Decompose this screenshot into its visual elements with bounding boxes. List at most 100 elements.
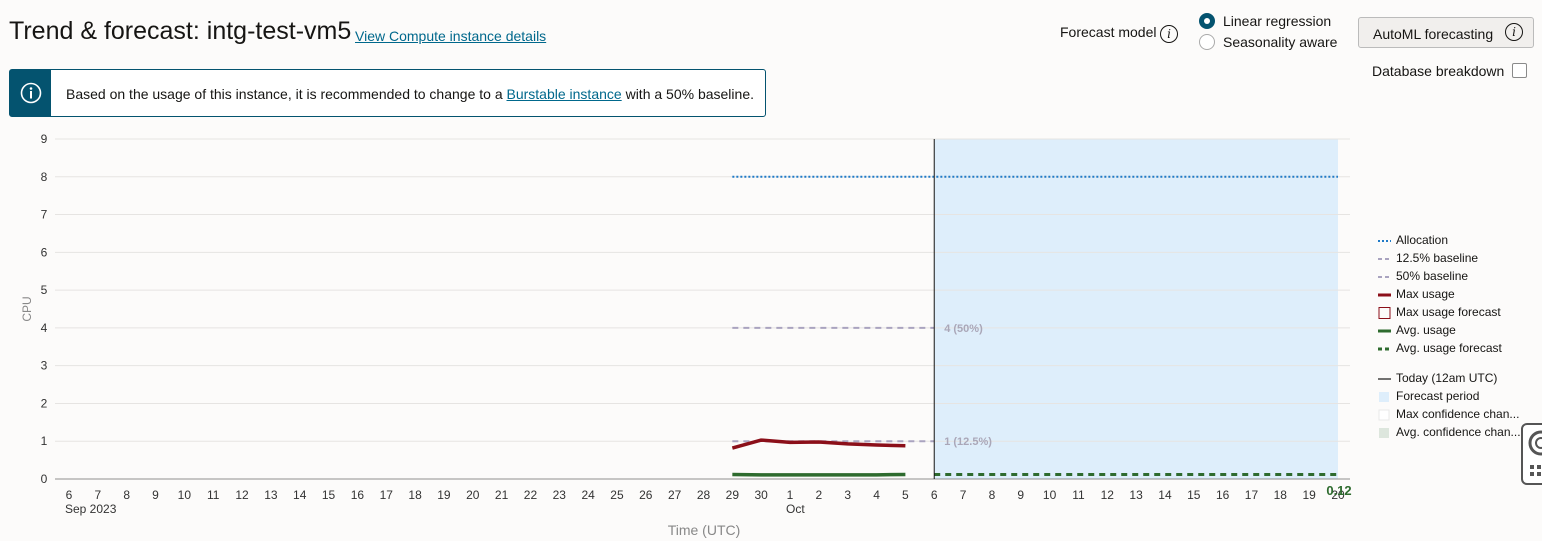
automl-info-icon[interactable]: i	[1505, 23, 1523, 41]
y-tick-label: 3	[41, 359, 48, 373]
x-tick-label: 11	[1072, 488, 1085, 502]
y-tick-label: 5	[41, 283, 48, 297]
x-tick-label: 19	[1302, 488, 1316, 502]
database-breakdown-checkbox[interactable]	[1512, 63, 1527, 78]
radio-label-linear-regression[interactable]: Linear regression	[1223, 13, 1331, 29]
x-tick-label: 6	[931, 488, 938, 502]
x-tick-label: 11	[207, 488, 220, 502]
legend-swatch-icon	[1378, 373, 1391, 385]
banner-text: Based on the usage of this instance, it …	[66, 86, 507, 102]
x-tick-label: 25	[610, 488, 624, 502]
x-tick-label: 16	[351, 488, 365, 502]
x-tick-label: 21	[495, 488, 509, 502]
x-tick-label: 13	[264, 488, 278, 502]
legend-swatch-icon	[1378, 307, 1391, 319]
recommendation-banner: Based on the usage of this instance, it …	[9, 69, 766, 117]
avg-forecast-end-label: 0.12	[1326, 483, 1351, 498]
x-tick-label: 18	[408, 488, 422, 502]
x-tick-label: 1	[787, 488, 794, 502]
x-tick-label: 14	[293, 488, 307, 502]
x-tick-label: 4	[873, 488, 880, 502]
y-tick-label: 8	[41, 170, 48, 184]
x-tick-label: 17	[1245, 488, 1259, 502]
banner-message: Based on the usage of this instance, it …	[66, 86, 754, 102]
legend-swatch-icon	[1378, 409, 1391, 421]
x-tick-label: 22	[524, 488, 538, 502]
legend-label: 12.5% baseline	[1396, 251, 1479, 265]
x-tick-label: 12	[235, 488, 249, 502]
x-tick-label: 24	[581, 488, 595, 502]
legend-swatch-icon	[1378, 391, 1391, 403]
x-tick-label: 29	[726, 488, 740, 502]
x-tick-label: 27	[668, 488, 682, 502]
legend-swatch-icon	[1378, 253, 1391, 265]
x-tick-label: 28	[697, 488, 711, 502]
x-tick-label: 5	[902, 488, 909, 502]
x-tick-label: 19	[437, 488, 451, 502]
legend-label: Forecast period	[1396, 389, 1480, 403]
y-tick-label: 4	[41, 321, 48, 335]
x-tick-label: 14	[1158, 488, 1172, 502]
database-breakdown-label: Database breakdown	[1372, 63, 1505, 79]
y-tick-label: 6	[41, 245, 48, 259]
baseline-label: 4 (50%)	[944, 323, 983, 335]
x-tick-label: 9	[1017, 488, 1024, 502]
x-tick-label: 10	[1043, 488, 1057, 502]
page-title: Trend & forecast: intg-test-vm5	[9, 17, 352, 45]
x-tick-label: 13	[1129, 488, 1143, 502]
y-tick-label: 9	[41, 132, 48, 146]
forecast-model-info-icon[interactable]: i	[1160, 25, 1178, 43]
legend-swatch-icon	[1378, 427, 1391, 439]
y-tick-label: 2	[41, 396, 48, 410]
x-tick-label: 10	[178, 488, 192, 502]
trend-forecast-chart: 0123456789CPU6 7 8 9 10 11 12 13 14 15 16 17 18 19 20 2…	[20, 132, 1352, 538]
legend-label: Avg. usage forecast	[1396, 341, 1502, 355]
x-tick-label: 3	[844, 488, 851, 502]
radio-seasonality-aware[interactable]	[1199, 34, 1215, 50]
x-sublabel: Sep 2023	[65, 502, 117, 516]
radio-linear-regression[interactable]	[1199, 13, 1215, 29]
y-tick-label: 1	[41, 434, 48, 448]
help-widget[interactable]	[1521, 423, 1542, 485]
x-tick-label: 23	[553, 488, 567, 502]
x-tick-label: 12	[1101, 488, 1115, 502]
x-sublabel: Oct	[786, 502, 805, 516]
x-tick-label: 7	[94, 488, 101, 502]
radio-label-seasonality-aware[interactable]: Seasonality aware	[1223, 34, 1337, 50]
legend-label: 50% baseline	[1396, 269, 1469, 283]
baseline-label: 1 (12.5%)	[944, 436, 992, 448]
legend-label: Today (12am UTC)	[1396, 371, 1498, 385]
automl-forecasting-button[interactable]: AutoML forecasting i	[1358, 17, 1534, 48]
x-tick-label: 20	[466, 488, 480, 502]
x-tick-label: 18	[1274, 488, 1288, 502]
automl-button-label: AutoML forecasting	[1373, 26, 1494, 42]
banner-text-after: with a 50% baseline.	[621, 86, 754, 102]
legend-label: Avg. confidence chan...	[1396, 425, 1521, 439]
x-tick-label: 15	[322, 488, 336, 502]
x-tick-label: 15	[1187, 488, 1201, 502]
x-tick-label: 30	[755, 488, 769, 502]
x-tick-label: 7	[960, 488, 967, 502]
info-icon	[20, 82, 41, 104]
x-tick-label: 16	[1216, 488, 1230, 502]
y-tick-label: 0	[41, 472, 48, 486]
forecast-model-label: Forecast model	[1060, 24, 1157, 40]
x-tick-label: 17	[380, 488, 394, 502]
x-tick-label: 8	[989, 488, 996, 502]
x-tick-label: 8	[123, 488, 130, 502]
x-tick-label: 26	[639, 488, 653, 502]
legend-label: Allocation	[1396, 233, 1449, 247]
x-tick-label: 6	[66, 488, 73, 502]
legend-label: Max usage	[1396, 287, 1455, 301]
y-axis-label: CPU	[20, 296, 34, 321]
burstable-instance-link[interactable]: Burstable instance	[507, 86, 622, 102]
y-tick-label: 7	[41, 208, 48, 222]
legend-swatch-icon	[1378, 325, 1391, 337]
legend-swatch-icon	[1378, 289, 1391, 301]
lifebuoy-icon	[1528, 430, 1542, 476]
legend-label: Avg. usage	[1396, 323, 1456, 337]
x-tick-label: 9	[152, 488, 159, 502]
view-compute-details-link[interactable]: View Compute instance details	[355, 28, 546, 44]
forecast-period-area	[934, 139, 1338, 479]
legend-swatch-icon	[1378, 271, 1391, 283]
